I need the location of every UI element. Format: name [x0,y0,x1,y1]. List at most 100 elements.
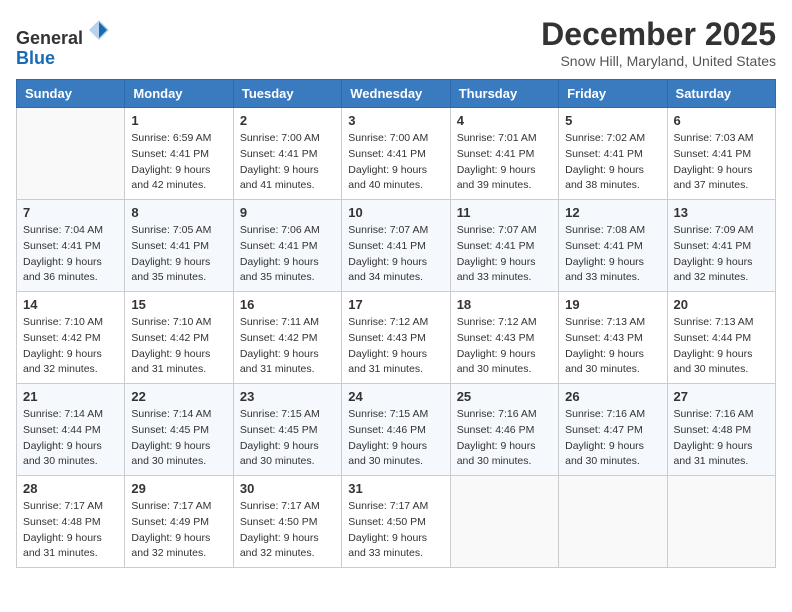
calendar-day-cell: 19 Sunrise: 7:13 AMSunset: 4:43 PMDayligh… [559,292,667,384]
logo-icon [85,16,113,44]
weekday-header-cell: Wednesday [342,80,450,108]
day-info: Sunrise: 7:14 AMSunset: 4:44 PMDaylight:… [23,407,118,470]
day-info: Sunrise: 7:15 AMSunset: 4:45 PMDaylight:… [240,407,335,470]
calendar-day-cell: 4 Sunrise: 7:01 AMSunset: 4:41 PMDaylight… [450,108,558,200]
day-number: 30 [240,481,335,496]
day-info: Sunrise: 7:07 AMSunset: 4:41 PMDaylight:… [348,223,443,286]
calendar-day-cell: 2 Sunrise: 7:00 AMSunset: 4:41 PMDaylight… [233,108,341,200]
calendar-day-cell: 14Sunrise: 7:10 AMSunset: 4:42 PMDayligh… [17,292,125,384]
day-info: Sunrise: 7:14 AMSunset: 4:45 PMDaylight:… [131,407,226,470]
day-number: 28 [23,481,118,496]
calendar-day-cell: 15 Sunrise: 7:10 AMSunset: 4:42 PMDayligh… [125,292,233,384]
day-number: 25 [457,389,552,404]
day-number: 3 [348,113,443,128]
day-number: 19 [565,297,660,312]
day-info: Sunrise: 7:16 AMSunset: 4:47 PMDaylight:… [565,407,660,470]
weekday-header-row: SundayMondayTuesdayWednesdayThursdayFrid… [17,80,776,108]
day-info: Sunrise: 7:12 AMSunset: 4:43 PMDaylight:… [348,315,443,378]
calendar-day-cell: 22Sunrise: 7:14 AMSunset: 4:45 PMDayligh… [125,384,233,476]
calendar-day-cell: 6Sunrise: 7:03 AMSunset: 4:41 PMDaylight… [667,108,775,200]
day-info: Sunrise: 7:17 AMSunset: 4:50 PMDaylight:… [240,499,335,562]
day-info: Sunrise: 7:07 AMSunset: 4:41 PMDaylight:… [457,223,552,286]
day-number: 27 [674,389,769,404]
calendar-week-row: 7 Sunrise: 7:04 AMSunset: 4:41 PMDaylight… [17,200,776,292]
day-info: Sunrise: 7:00 AMSunset: 4:41 PMDaylight:… [240,131,335,194]
day-number: 16 [240,297,335,312]
calendar-day-cell: 16 Sunrise: 7:11 AMSunset: 4:42 PMDayligh… [233,292,341,384]
calendar-day-cell: 17 Sunrise: 7:12 AMSunset: 4:43 PMDayligh… [342,292,450,384]
day-info: Sunrise: 7:00 AMSunset: 4:41 PMDaylight:… [348,131,443,194]
logo: General Blue [16,16,113,69]
location-title: Snow Hill, Maryland, United States [541,53,776,69]
calendar-day-cell: 12 Sunrise: 7:08 AMSunset: 4:41 PMDayligh… [559,200,667,292]
calendar-day-cell [559,476,667,568]
calendar-day-cell: 18 Sunrise: 7:12 AMSunset: 4:43 PMDayligh… [450,292,558,384]
day-number: 17 [348,297,443,312]
day-number: 2 [240,113,335,128]
day-number: 7 [23,205,118,220]
calendar-day-cell: 28Sunrise: 7:17 AMSunset: 4:48 PMDayligh… [17,476,125,568]
calendar-body: 1Sunrise: 6:59 AMSunset: 4:41 PMDaylight… [17,108,776,568]
calendar-week-row: 28Sunrise: 7:17 AMSunset: 4:48 PMDayligh… [17,476,776,568]
weekday-header-cell: Friday [559,80,667,108]
day-info: Sunrise: 7:01 AMSunset: 4:41 PMDaylight:… [457,131,552,194]
weekday-header-cell: Saturday [667,80,775,108]
calendar-day-cell: 9Sunrise: 7:06 AMSunset: 4:41 PMDaylight… [233,200,341,292]
calendar-day-cell: 21 Sunrise: 7:14 AMSunset: 4:44 PMDayligh… [17,384,125,476]
day-number: 6 [674,113,769,128]
day-info: Sunrise: 7:13 AMSunset: 4:43 PMDaylight:… [565,315,660,378]
calendar-day-cell: 29Sunrise: 7:17 AMSunset: 4:49 PMDayligh… [125,476,233,568]
day-number: 14 [23,297,118,312]
day-number: 24 [348,389,443,404]
day-number: 4 [457,113,552,128]
day-info: Sunrise: 7:05 AMSunset: 4:41 PMDaylight:… [131,223,226,286]
day-number: 15 [131,297,226,312]
calendar-day-cell [667,476,775,568]
calendar-day-cell: 23 Sunrise: 7:15 AMSunset: 4:45 PMDayligh… [233,384,341,476]
day-number: 23 [240,389,335,404]
day-number: 18 [457,297,552,312]
calendar-day-cell: 24 Sunrise: 7:15 AMSunset: 4:46 PMDayligh… [342,384,450,476]
calendar-day-cell: 13 Sunrise: 7:09 AMSunset: 4:41 PMDayligh… [667,200,775,292]
day-info: Sunrise: 7:08 AMSunset: 4:41 PMDaylight:… [565,223,660,286]
day-info: Sunrise: 7:06 AMSunset: 4:41 PMDaylight:… [240,223,335,286]
day-number: 29 [131,481,226,496]
calendar-day-cell: 26Sunrise: 7:16 AMSunset: 4:47 PMDayligh… [559,384,667,476]
day-info: Sunrise: 7:15 AMSunset: 4:46 PMDaylight:… [348,407,443,470]
day-number: 20 [674,297,769,312]
day-info: Sunrise: 7:16 AMSunset: 4:46 PMDaylight:… [457,407,552,470]
calendar-day-cell: 27Sunrise: 7:16 AMSunset: 4:48 PMDayligh… [667,384,775,476]
calendar-day-cell: 30 Sunrise: 7:17 AMSunset: 4:50 PMDayligh… [233,476,341,568]
calendar-day-cell: 3 Sunrise: 7:00 AMSunset: 4:41 PMDaylight… [342,108,450,200]
calendar-day-cell [17,108,125,200]
page-header: General Blue December 2025 Snow Hill, Ma… [16,16,776,69]
calendar-day-cell: 31Sunrise: 7:17 AMSunset: 4:50 PMDayligh… [342,476,450,568]
calendar-day-cell: 7 Sunrise: 7:04 AMSunset: 4:41 PMDaylight… [17,200,125,292]
day-info: Sunrise: 7:09 AMSunset: 4:41 PMDaylight:… [674,223,769,286]
calendar-week-row: 21 Sunrise: 7:14 AMSunset: 4:44 PMDayligh… [17,384,776,476]
title-area: December 2025 Snow Hill, Maryland, Unite… [541,16,776,69]
calendar-week-row: 14 Sunrise: 7:10 AMSunset: 4:42 PMDayligh… [17,292,776,384]
day-info: Sunrise: 7:13 AMSunset: 4:44 PMDaylight:… [674,315,769,378]
calendar-day-cell: 8Sunrise: 7:05 AMSunset: 4:41 PMDaylight… [125,200,233,292]
weekday-header-cell: Monday [125,80,233,108]
calendar-week-row: 1Sunrise: 6:59 AMSunset: 4:41 PMDaylight… [17,108,776,200]
day-number: 21 [23,389,118,404]
logo-general: General [16,28,83,48]
calendar-day-cell: 10Sunrise: 7:07 AMSunset: 4:41 PMDayligh… [342,200,450,292]
weekday-header-cell: Thursday [450,80,558,108]
day-number: 12 [565,205,660,220]
day-info: Sunrise: 7:11 AMSunset: 4:42 PMDaylight:… [240,315,335,378]
day-number: 13 [674,205,769,220]
day-number: 31 [348,481,443,496]
day-info: Sunrise: 7:04 AMSunset: 4:41 PMDaylight:… [23,223,118,286]
calendar-day-cell: 20 Sunrise: 7:13 AMSunset: 4:44 PMDayligh… [667,292,775,384]
calendar-day-cell: 11 Sunrise: 7:07 AMSunset: 4:41 PMDayligh… [450,200,558,292]
day-number: 5 [565,113,660,128]
weekday-header-cell: Sunday [17,80,125,108]
day-info: Sunrise: 7:10 AMSunset: 4:42 PMDaylight:… [131,315,226,378]
calendar-table: SundayMondayTuesdayWednesdayThursdayFrid… [16,79,776,568]
day-info: Sunrise: 7:12 AMSunset: 4:43 PMDaylight:… [457,315,552,378]
day-number: 11 [457,205,552,220]
calendar-day-cell [450,476,558,568]
